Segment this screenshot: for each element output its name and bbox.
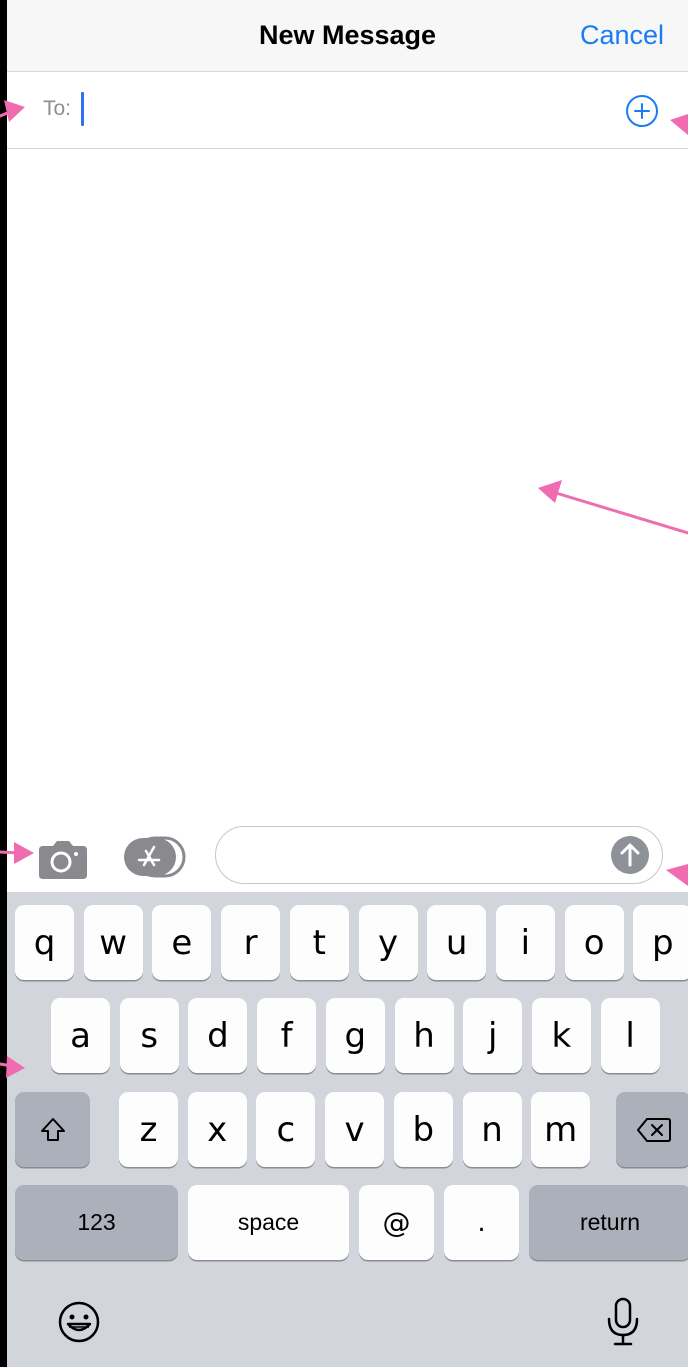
text-cursor <box>81 92 84 126</box>
key-m[interactable]: m <box>531 1092 591 1167</box>
key-j[interactable]: j <box>463 998 523 1073</box>
key-w[interactable]: w <box>83 905 143 980</box>
key-i[interactable]: i <box>495 905 555 980</box>
key-r[interactable]: r <box>221 905 281 980</box>
key-l[interactable]: l <box>600 998 660 1073</box>
shift-icon <box>40 1117 65 1141</box>
compose-bar <box>7 814 688 892</box>
key-n[interactable]: n <box>462 1092 522 1167</box>
key-a[interactable]: a <box>51 998 110 1073</box>
key-h[interactable]: h <box>394 998 454 1073</box>
at-key[interactable]: @ <box>359 1185 434 1260</box>
key-u[interactable]: u <box>427 905 487 980</box>
key-z[interactable]: z <box>119 1092 178 1167</box>
key-g[interactable]: g <box>325 998 385 1073</box>
send-arrow-icon[interactable] <box>611 836 649 874</box>
space-key[interactable]: space <box>188 1185 349 1260</box>
app-store-icon[interactable] <box>122 835 186 879</box>
key-t[interactable]: t <box>289 905 349 980</box>
key-s[interactable]: s <box>119 998 179 1073</box>
add-contact-icon[interactable] <box>625 94 659 128</box>
key-x[interactable]: x <box>187 1092 247 1167</box>
backspace-icon <box>636 1117 671 1142</box>
period-key[interactable]: . <box>444 1185 519 1260</box>
key-c[interactable]: c <box>256 1092 316 1167</box>
cancel-button[interactable]: Cancel <box>580 20 664 51</box>
navigation-bar: New Message Cancel <box>7 0 688 72</box>
key-e[interactable]: e <box>152 905 212 980</box>
recipient-row[interactable]: To: <box>7 72 688 149</box>
key-v[interactable]: v <box>325 1092 385 1167</box>
to-label: To: <box>43 97 72 120</box>
keyboard: qwertyuiop asdfghjkl zxcvbnm 123 space @… <box>7 892 688 1367</box>
new-message-screen: New Message Cancel To: q w e r t y u i o… <box>7 0 688 1367</box>
key-b[interactable]: b <box>393 1092 453 1167</box>
key-y[interactable]: y <box>358 905 418 980</box>
key-d[interactable]: d <box>188 998 248 1073</box>
camera-icon[interactable] <box>37 840 89 880</box>
message-input[interactable] <box>215 826 663 884</box>
return-key[interactable]: return <box>529 1185 688 1260</box>
message-transcript-area <box>7 149 688 814</box>
key-k[interactable]: k <box>531 998 591 1073</box>
microphone-icon[interactable] <box>603 1296 643 1348</box>
backspace-key[interactable] <box>616 1092 688 1167</box>
key-f[interactable]: f <box>257 998 317 1073</box>
shift-key[interactable] <box>15 1092 90 1167</box>
numbers-key[interactable]: 123 <box>15 1185 178 1260</box>
emoji-icon[interactable] <box>57 1300 101 1344</box>
key-q[interactable]: q <box>15 905 74 980</box>
key-p[interactable]: p <box>633 905 688 980</box>
key-o[interactable]: o <box>564 905 624 980</box>
